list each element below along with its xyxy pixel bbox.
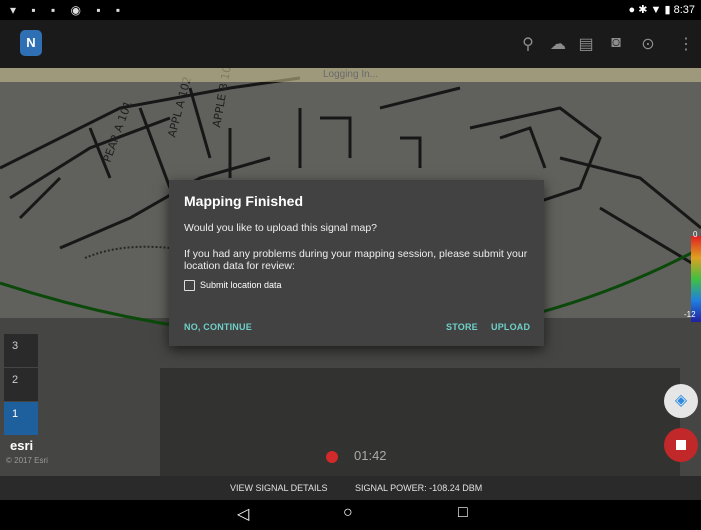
dialog-title: Mapping Finished [184, 193, 303, 209]
level-button-1[interactable]: 1 [4, 402, 38, 436]
back-icon[interactable]: ◁ [237, 504, 249, 524]
esri-logo: esri [10, 438, 34, 453]
recents-icon[interactable]: □ [458, 504, 468, 522]
location-pin-icon[interactable]: ⊙ [636, 34, 660, 54]
store-button[interactable]: STORE [446, 322, 478, 332]
legend-bottom-label: -12 [684, 310, 696, 319]
dialog-question: Would you like to upload this signal map… [184, 222, 378, 234]
view-signal-details-button[interactable]: VIEW SIGNAL DETAILS [230, 483, 328, 493]
status-time: 8:37 [673, 4, 695, 16]
camera-icon[interactable]: ◙ [604, 34, 628, 52]
level-button-2[interactable]: 2 [4, 368, 38, 402]
level-button-3[interactable]: 3 [4, 334, 38, 368]
status-right: ● ✱ ▼ ▮ 8:37 [629, 3, 695, 16]
upload-button[interactable]: UPLOAD [491, 322, 530, 332]
home-icon[interactable]: ○ [343, 504, 353, 522]
mapping-finished-dialog: Mapping Finished Would you like to uploa… [169, 180, 544, 346]
submit-location-checkbox[interactable] [184, 280, 195, 291]
more-vert-icon[interactable]: ⋮ [674, 34, 698, 54]
recording-dot-icon [326, 451, 338, 463]
stop-icon[interactable] [664, 428, 698, 462]
status-bar: ▾ ▪ ▪ ◉ ▪ ▪ ● ✱ ▼ ▮ 8:37 [0, 0, 701, 20]
map-copyright: © 2017 Esri [6, 456, 48, 465]
gps-target-icon[interactable]: ◈ [664, 384, 698, 418]
logging-banner: Logging In... [0, 68, 701, 82]
app-bar: N ⚲ ☁ ▤ ◙ ⊙ ⋮ [0, 20, 701, 68]
recording-timer: 01:42 [354, 448, 387, 463]
signal-power-readout: SIGNAL POWER: -108.24 DBM [355, 483, 483, 493]
signal-icons: ● ✱ ▼ ▮ [628, 4, 674, 16]
cloud-upload-icon[interactable]: ☁ [546, 34, 570, 54]
app-logo: N [20, 30, 42, 56]
notification-icons: ▾ ▪ ▪ ◉ ▪ ▪ [10, 3, 127, 17]
submit-location-label[interactable]: Submit location data [200, 280, 282, 290]
no-continue-button[interactable]: NO, CONTINUE [184, 322, 252, 332]
system-nav-bar: ◁ ○ □ [0, 500, 701, 530]
file-icon[interactable]: ▤ [574, 34, 598, 54]
legend-top-label: 0 [693, 230, 698, 239]
bottom-bar: VIEW SIGNAL DETAILS SIGNAL POWER: -108.2… [0, 476, 701, 500]
dialog-problem-text: If you had any problems during your mapp… [184, 248, 528, 272]
search-icon[interactable]: ⚲ [516, 34, 540, 54]
